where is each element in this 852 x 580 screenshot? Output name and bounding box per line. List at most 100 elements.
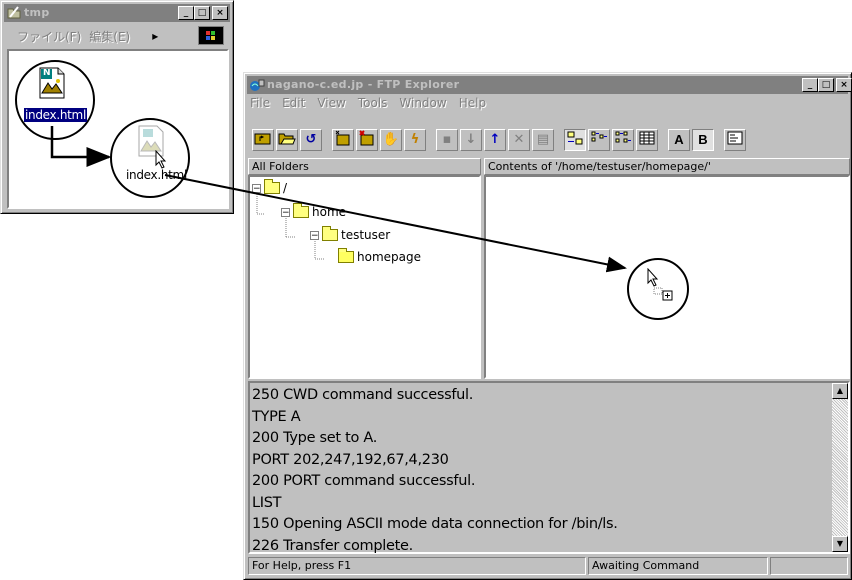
ftp-app-icon: [250, 79, 265, 91]
menu-window[interactable]: Window: [399, 96, 446, 114]
status-help: For Help, press F1: [248, 557, 586, 575]
log-line: 200 PORT command successful.: [252, 473, 476, 489]
scroll-up-button[interactable]: ▲: [832, 383, 848, 399]
down-arrow-icon: ↓: [465, 132, 477, 147]
ftp-title: nagano-c.ed.jp - FTP Explorer: [267, 78, 460, 91]
tree-node-testuser[interactable]: − testuser: [310, 226, 391, 242]
minimize-button[interactable]: _: [178, 6, 194, 20]
windows-logo-icon: [198, 26, 224, 45]
log-lines: 250 CWD command successful. TYPE A 200 T…: [252, 385, 618, 557]
drag-file-label: index.html: [126, 168, 187, 182]
log-line: 226 Transfer complete.: [252, 537, 413, 554]
drag-copy-cursor-icon: [647, 268, 673, 301]
stop-button[interactable]: ✋: [380, 129, 402, 151]
folder-icon: [322, 226, 338, 241]
delete-folder-icon: [359, 130, 374, 146]
menu-tools[interactable]: Tools: [358, 96, 388, 114]
tree-label: testuser: [341, 228, 391, 242]
log-view-button[interactable]: [724, 129, 746, 151]
log-line: 200 Type set to A.: [252, 430, 378, 446]
tmp-folder-icon: [7, 6, 21, 19]
maximize-button[interactable]: □: [194, 6, 210, 20]
folder-icon: [264, 179, 280, 194]
properties-icon: ▤: [536, 132, 550, 147]
log-line: LIST: [252, 494, 282, 511]
scroll-down-button[interactable]: ▼: [832, 536, 848, 552]
ftp-maximize-button[interactable]: □: [818, 78, 834, 92]
hand-stop-icon: ✋: [382, 132, 400, 147]
delete-x-icon: ✕: [513, 132, 525, 147]
up-arrow-icon: ↑: [489, 132, 501, 147]
refresh-icon: ↺: [305, 132, 317, 147]
all-folders-header[interactable]: All Folders: [248, 158, 481, 175]
tree-node-homepage[interactable]: homepage: [338, 248, 421, 264]
menu-help[interactable]: Help: [459, 96, 486, 114]
ascii-mode-button[interactable]: A: [668, 129, 690, 151]
folder-icon: [293, 203, 309, 218]
open-folder-button[interactable]: [276, 129, 298, 151]
open-folder-icon: [338, 248, 354, 263]
lightning-icon: ϟ: [410, 132, 420, 147]
tree-node-root[interactable]: − /: [252, 179, 288, 195]
menu-edit[interactable]: Edit: [282, 96, 305, 114]
status-bar: For Help, press F1 Awaiting Command: [248, 557, 850, 577]
delete-button[interactable]: ✕: [508, 129, 530, 151]
folder-tree: − / − home − testuser homepage: [248, 175, 481, 379]
ftp-toolbar: ↺ ✋ ϟ ▪ ↓ ↑ ✕ ▤ A B: [252, 127, 746, 153]
tmp-menubar: ファイル(F) 編集(E) ▸: [7, 26, 227, 46]
save-button[interactable]: ▪: [436, 129, 458, 151]
tmp-titlebar[interactable]: tmp _ □ ×: [4, 4, 230, 22]
tmp-menu-edit[interactable]: 編集(E): [89, 28, 130, 45]
binary-mode-button[interactable]: B: [692, 129, 714, 151]
connect-button[interactable]: ϟ: [404, 129, 426, 151]
refresh-button[interactable]: ↺: [300, 129, 322, 151]
log-line: 250 CWD command successful.: [252, 387, 474, 403]
tree-expander[interactable]: −: [310, 230, 319, 240]
source-file-label: index.html: [24, 108, 87, 122]
disk-icon: ▪: [442, 132, 452, 147]
details-view-icon: [639, 131, 655, 145]
log-view-icon: [727, 131, 743, 145]
small-icons-icon: [591, 131, 607, 142]
close-button[interactable]: ×: [212, 6, 228, 20]
contents-header[interactable]: Contents of '/home/testuser/homepage/': [484, 158, 850, 175]
tree-label: homepage: [357, 250, 421, 264]
log-pane: 250 CWD command successful. TYPE A 200 T…: [248, 381, 850, 554]
large-icons-button[interactable]: [564, 129, 586, 151]
scroll-track[interactable]: [832, 399, 848, 536]
tmp-menu-file[interactable]: ファイル(F): [17, 28, 81, 45]
upload-button[interactable]: ↑: [484, 129, 506, 151]
binary-mode-label: B: [698, 132, 708, 147]
download-button[interactable]: ↓: [460, 129, 482, 151]
log-line: PORT 202,247,192,67,4,230: [252, 451, 449, 468]
status-extra: [770, 557, 848, 575]
tree-expander[interactable]: −: [252, 183, 261, 193]
large-icons-icon: [567, 131, 583, 145]
ftp-window: nagano-c.ed.jp - FTP Explorer _ □ × File…: [243, 72, 852, 580]
list-view-button[interactable]: [612, 129, 634, 151]
tree-label: /: [283, 181, 288, 195]
menu-view[interactable]: View: [317, 96, 345, 114]
tree-label: home: [312, 205, 347, 219]
open-folder-icon: [278, 133, 296, 145]
ascii-mode-label: A: [674, 132, 684, 147]
new-folder-icon: [335, 130, 350, 146]
tree-node-home[interactable]: − home: [281, 203, 347, 219]
new-folder-button[interactable]: [332, 129, 354, 151]
menu-file[interactable]: File: [250, 96, 270, 114]
properties-button[interactable]: ▤: [532, 129, 554, 151]
small-icons-button[interactable]: [588, 129, 610, 151]
up-folder-icon: [254, 133, 271, 145]
tmp-menu-more[interactable]: ▸: [152, 29, 158, 43]
file-badge: N: [43, 68, 51, 78]
delete-folder-button[interactable]: [356, 129, 378, 151]
up-folder-button[interactable]: [252, 129, 274, 151]
ftp-minimize-button[interactable]: _: [802, 78, 818, 92]
log-scrollbar[interactable]: ▲ ▼: [832, 383, 848, 552]
details-view-button[interactable]: [636, 129, 658, 151]
ftp-close-button[interactable]: ×: [836, 78, 852, 92]
list-view-icon: [615, 131, 631, 143]
ftp-menubar: File Edit View Tools Window Help: [250, 96, 845, 114]
tree-expander[interactable]: −: [281, 207, 290, 217]
ftp-titlebar[interactable]: nagano-c.ed.jp - FTP Explorer _ □ ×: [247, 76, 852, 94]
